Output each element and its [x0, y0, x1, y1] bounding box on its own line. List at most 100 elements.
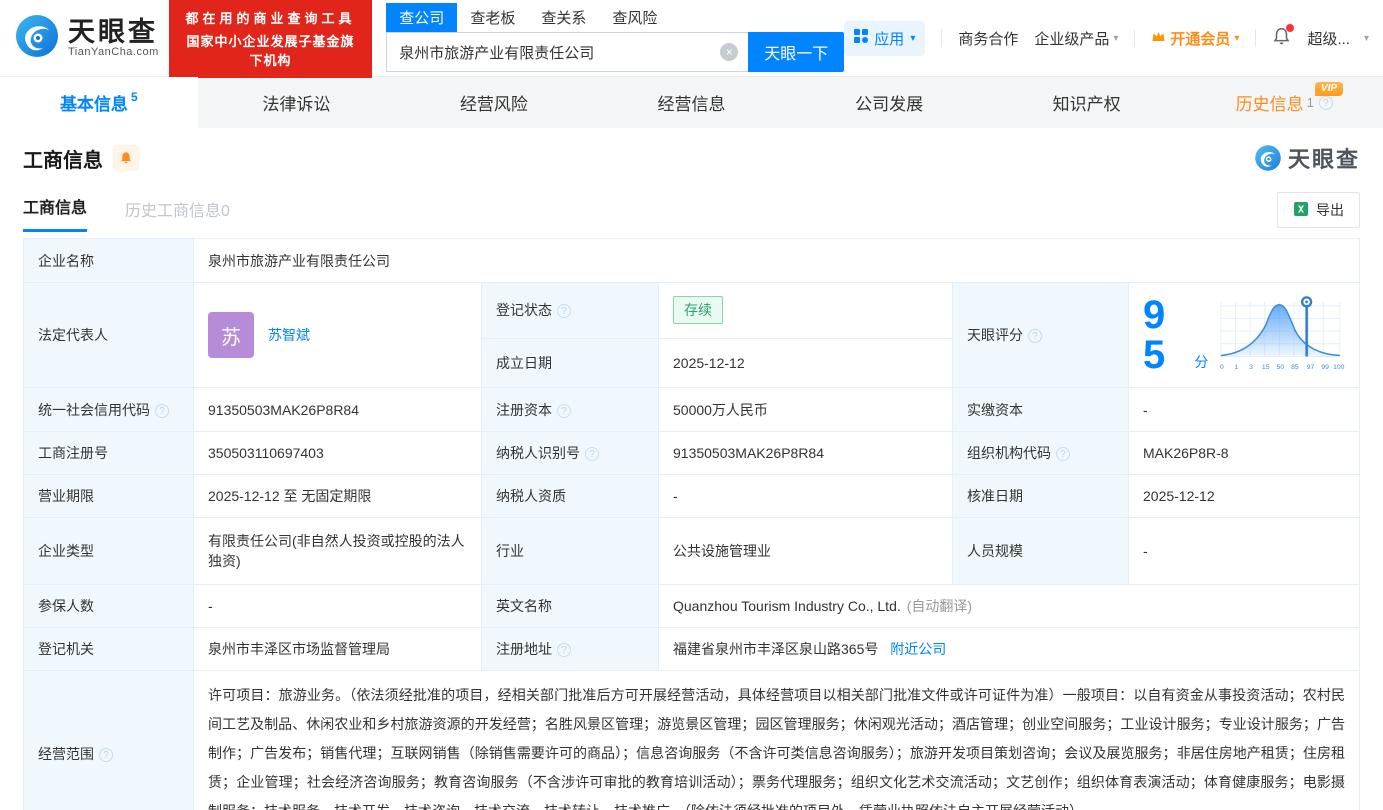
apps-menu[interactable]: 应用 ▾ — [844, 20, 926, 56]
svg-text:15: 15 — [1262, 364, 1270, 371]
tab-operating-info[interactable]: 经营信息 — [593, 77, 791, 128]
super-vip-menu[interactable]: 超级... ▾ — [1307, 28, 1369, 49]
table-row: 经营范围? 许可项目：旅游业务。（依法须经批准的项目，经相关部门批准后方可开展经… — [23, 670, 1360, 810]
monitor-bell-icon[interactable] — [113, 145, 139, 171]
org-code-value: MAK26P8R-8 — [1128, 431, 1360, 475]
tab-legal-label: 法律诉讼 — [262, 95, 331, 114]
help-icon[interactable]: ? — [1056, 447, 1070, 461]
tab-operation-label: 经营信息 — [657, 95, 726, 114]
subtab-history-business-info[interactable]: 历史工商信息0 — [125, 197, 230, 232]
promo-banner: 都在用的商业查询工具 国家中小企业发展子基金旗下机构 — [168, 0, 373, 78]
org-code-label: 组织机构代码 — [967, 445, 1051, 461]
export-label: 导出 — [1316, 202, 1344, 218]
tab-intellectual-property[interactable]: 知识产权 — [988, 77, 1186, 128]
score-unit: 分 — [1194, 354, 1209, 370]
legal-rep-avatar[interactable]: 苏 — [208, 312, 254, 358]
company-type-value: 有限责任公司(非自然人投资或控股的法人独资) — [193, 517, 482, 585]
uscc-label: 统一社会信用代码 — [38, 401, 150, 418]
crown-icon — [1151, 30, 1166, 47]
help-icon[interactable]: ? — [557, 304, 571, 319]
tab-legal-proceedings[interactable]: 法律诉讼 — [198, 77, 396, 128]
uscc-value: 91350503MAK26P8R84 — [193, 387, 482, 432]
registered-address-label-cell: 注册地址? — [481, 627, 659, 671]
english-name-value: Quanzhou Tourism Industry Co., Ltd. (自动翻译… — [658, 584, 1360, 628]
legal-rep-label: 法定代表人 — [23, 282, 194, 388]
search-tab-relation[interactable]: 查关系 — [528, 3, 599, 32]
org-code-label-cell: 组织机构代码? — [952, 431, 1129, 475]
table-row: 营业期限 2025-12-12 至 无固定期限 纳税人资质 - 核准日期 202… — [23, 474, 1360, 518]
legal-rep-value: 苏 苏智斌 — [193, 282, 482, 388]
chevron-down-icon: ▾ — [910, 32, 916, 44]
business-scope-value: 许可项目：旅游业务。（依法须经批准的项目，经相关部门批准后方可开展经营活动，具体… — [193, 670, 1360, 810]
enterprise-products-label: 企业级产品 — [1034, 30, 1110, 48]
staff-size-label: 人员规模 — [952, 517, 1129, 585]
help-icon[interactable]: ? — [155, 403, 169, 418]
legal-rep-name-link[interactable]: 苏智斌 — [268, 325, 310, 345]
notification-dot — [1286, 23, 1295, 32]
insured-count-label: 参保人数 — [23, 584, 194, 628]
tab-basic-info[interactable]: 基本信息 5 — [0, 77, 198, 128]
svg-text:1: 1 — [1235, 364, 1239, 371]
reg-capital-value: 50000万人民币 — [658, 387, 953, 432]
score-distribution-chart: 0 1 3 15 50 85 97 99 100 — [1220, 296, 1345, 371]
nearby-companies-link[interactable]: 附近公司 — [890, 641, 946, 657]
tab-operating-risk[interactable]: 经营风险 — [395, 77, 593, 128]
help-icon[interactable]: ? — [1028, 329, 1042, 343]
business-term-value: 2025-12-12 至 无固定期限 — [193, 474, 482, 518]
vip-label: 开通会员 — [1170, 30, 1231, 48]
company-name-label: 企业名称 — [23, 238, 194, 283]
search-tab-company[interactable]: 查公司 — [386, 3, 458, 32]
help-icon[interactable]: ? — [1318, 95, 1333, 110]
apps-grid-icon — [854, 29, 869, 47]
svg-text:85: 85 — [1292, 364, 1300, 371]
help-icon[interactable]: ? — [557, 403, 571, 418]
search-input[interactable] — [386, 32, 749, 72]
section-title: 工商信息 — [23, 149, 103, 172]
registration-authority-label: 登记机关 — [23, 627, 194, 671]
search-tabs: 查公司 查老板 查关系 查风险 — [386, 3, 844, 32]
chevron-down-icon: ▾ — [1363, 32, 1369, 44]
table-row: 工商注册号 350503110697403 纳税人识别号? 91350503MA… — [23, 431, 1360, 475]
registered-address-text: 福建省泉州市丰泽区泉山路365号 — [673, 641, 879, 657]
banner-line1: 都在用的商业查询工具 — [185, 10, 356, 26]
svg-text:97: 97 — [1307, 364, 1315, 371]
uscc-label-cell: 统一社会信用代码? — [23, 387, 194, 432]
tab-ip-label: 知识产权 — [1052, 95, 1121, 114]
help-icon[interactable]: ? — [557, 643, 571, 657]
insured-count-value: - — [193, 584, 482, 628]
svg-text:50: 50 — [1277, 364, 1285, 371]
registered-address-value: 福建省泉州市丰泽区泉山路365号 附近公司 — [658, 627, 1360, 671]
approval-date-value: 2025-12-12 — [1128, 474, 1360, 518]
search-tab-risk[interactable]: 查风险 — [599, 3, 670, 32]
export-button[interactable]: 导出 — [1277, 192, 1360, 228]
score-label: 天眼评分 — [967, 327, 1023, 343]
registration-authority-value: 泉州市丰泽区市场监督管理局 — [193, 627, 482, 671]
search-tab-boss[interactable]: 查老板 — [457, 3, 528, 32]
subtab-business-info[interactable]: 工商信息 — [23, 194, 88, 232]
taxpayer-id-label: 纳税人识别号 — [496, 445, 580, 461]
search-button[interactable]: 天眼一下 — [748, 32, 845, 72]
enterprise-products-menu[interactable]: 企业级产品 ▾ — [1034, 28, 1118, 49]
tab-company-development[interactable]: 公司发展 — [790, 77, 988, 128]
business-cooperation-link[interactable]: 商务合作 — [958, 28, 1018, 49]
table-row: 统一社会信用代码? 91350503MAK26P8R84 注册资本? 50000… — [23, 387, 1360, 432]
vip-upgrade-menu[interactable]: 开通会员 ▾ — [1151, 28, 1239, 49]
super-vip-label: 超级... — [1307, 30, 1350, 48]
tab-history-count: 1 — [1306, 95, 1314, 110]
company-detail-tabs: 基本信息 5 法律诉讼 经营风险 经营信息 公司发展 知识产权 VIP 历史信息… — [0, 76, 1383, 128]
notifications-bell-icon[interactable] — [1272, 23, 1295, 50]
divider — [941, 29, 943, 47]
svg-text:3: 3 — [1250, 364, 1254, 371]
apps-label: 应用 — [874, 30, 905, 48]
chevron-down-icon: ▾ — [1113, 32, 1119, 44]
paid-capital-label: 实缴资本 — [952, 387, 1129, 432]
taxpayer-quality-value: - — [658, 474, 953, 518]
registered-address-label: 注册地址 — [496, 641, 552, 657]
top-header: 天眼查 TianYanCha.com 都在用的商业查询工具 国家中小企业发展子基… — [0, 0, 1383, 78]
tianyancha-logo[interactable]: 天眼查 TianYanCha.com — [14, 13, 159, 64]
help-icon[interactable]: ? — [99, 747, 113, 762]
approval-date-label: 核准日期 — [952, 474, 1129, 518]
tab-history-info[interactable]: VIP 历史信息 1 ? — [1185, 77, 1383, 128]
help-icon[interactable]: ? — [585, 447, 599, 461]
tab-basic-count: 5 — [130, 89, 138, 104]
